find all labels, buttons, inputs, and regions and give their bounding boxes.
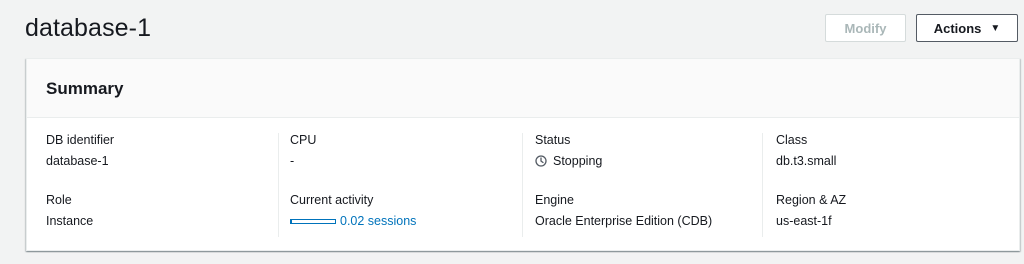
status-label: Status [535,133,571,147]
current-activity-value[interactable]: 0.02 sessions [290,214,416,228]
status-value: Stopping [535,154,602,168]
summary-column-1: DB identifier database-1 Role Instance [46,133,278,237]
page-header: database-1 Modify Actions ▼ [0,0,1024,58]
modify-button[interactable]: Modify [825,14,906,42]
class-value: db.t3.small [776,154,837,168]
actions-button[interactable]: Actions ▼ [916,14,1018,42]
summary-column-2: CPU - Current activity 0.02 sessions [278,133,522,237]
summary-panel: Summary DB identifier database-1 Role In… [26,58,1020,251]
current-activity-label: Current activity [290,193,374,207]
modify-button-label: Modify [844,20,887,36]
clock-icon [535,155,547,167]
activity-progress-bar [290,218,336,224]
status-text: Stopping [553,154,603,168]
cpu-label: CPU [290,133,317,147]
activity-progress-fill [291,219,292,223]
region-az-value: us-east-1f [776,214,832,228]
role-label: Role [46,193,72,207]
sessions-link[interactable]: 0.02 sessions [340,214,416,228]
db-identifier-value: database-1 [46,154,109,168]
region-az-label: Region & AZ [776,193,847,207]
engine-label: Engine [535,193,574,207]
class-label: Class [776,133,808,147]
summary-title: Summary [46,79,124,98]
summary-column-4: Class db.t3.small Region & AZ us-east-1f [762,133,1002,237]
engine-value: Oracle Enterprise Edition (CDB) [535,214,713,228]
actions-button-label: Actions [933,20,982,36]
page-title: database-1 [25,14,152,42]
db-identifier-label: DB identifier [46,133,115,147]
summary-panel-header: Summary [27,59,1019,118]
caret-down-icon: ▼ [990,22,1001,34]
cpu-value: - [290,154,295,168]
summary-column-3: Status Stopping Engine Oracle Enterprise… [522,133,762,237]
role-value: Instance [46,214,94,228]
